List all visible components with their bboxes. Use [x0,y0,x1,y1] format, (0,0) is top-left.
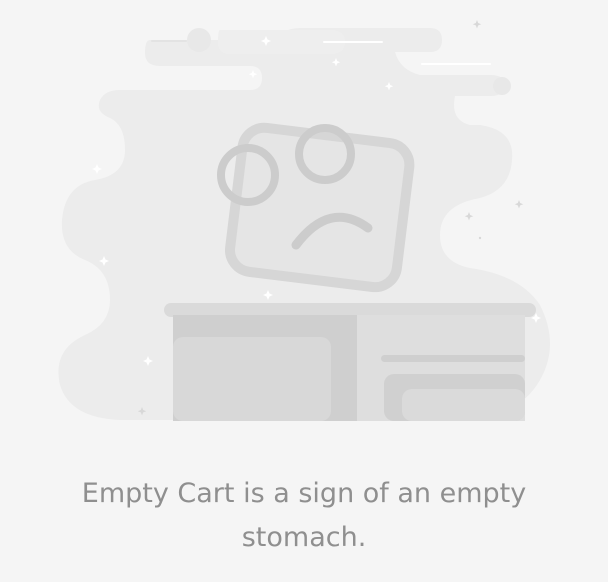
empty-cart-illustration [58,20,550,421]
empty-cart-page: Empty Cart is a sign of an empty stomach… [0,0,608,582]
empty-cart-message: Empty Cart is a sign of an empty stomach… [81,478,527,553]
sad-face-box-icon [217,122,415,293]
desk [164,303,536,421]
